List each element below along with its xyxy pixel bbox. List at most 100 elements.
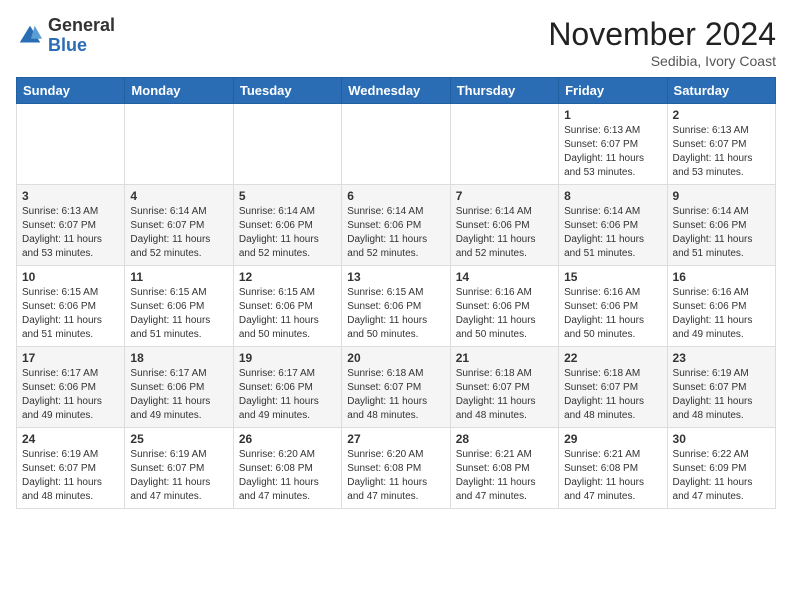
calendar-cell: 21 Sunrise: 6:18 AM Sunset: 6:07 PM Dayli… xyxy=(450,347,558,428)
day-info: Sunrise: 6:14 AM Sunset: 6:06 PM Dayligh… xyxy=(239,205,336,261)
day-info: Sunrise: 6:22 AM Sunset: 6:09 PM Dayligh… xyxy=(673,448,770,504)
day-info: Sunrise: 6:18 AM Sunset: 6:07 PM Dayligh… xyxy=(564,367,661,423)
calendar-cell: 18 Sunrise: 6:17 AM Sunset: 6:06 PM Dayli… xyxy=(125,347,233,428)
calendar-cell: 7Sunrise: 6:14 AM Sunset: 6:06 PM Daylig… xyxy=(450,185,558,266)
day-number: 29 xyxy=(564,432,661,446)
calendar-cell: 15Sunrise: 6:16 AM Sunset: 6:06 PM Dayli… xyxy=(559,266,667,347)
calendar-header: SundayMondayTuesdayWednesdayThursdayFrid… xyxy=(17,78,776,104)
day-info: Sunrise: 6:14 AM Sunset: 6:06 PM Dayligh… xyxy=(347,205,444,261)
calendar-cell: 28 Sunrise: 6:21 AM Sunset: 6:08 PM Dayli… xyxy=(450,428,558,509)
weekday-header: Wednesday xyxy=(342,78,450,104)
day-number: 25 xyxy=(130,432,227,446)
month-title: November 2024 xyxy=(548,16,776,53)
calendar-cell: 13 Sunrise: 6:15 AM Sunset: 6:06 PM Dayli… xyxy=(342,266,450,347)
logo-icon xyxy=(16,22,44,50)
day-info: Sunrise: 6:19 AM Sunset: 6:07 PM Dayligh… xyxy=(22,448,119,504)
calendar-cell: 4Sunrise: 6:14 AM Sunset: 6:07 PM Daylig… xyxy=(125,185,233,266)
calendar-cell: 19 Sunrise: 6:17 AM Sunset: 6:06 PM Dayli… xyxy=(233,347,341,428)
day-number: 22 xyxy=(564,351,661,365)
day-number: 1 xyxy=(564,108,661,122)
day-info: Sunrise: 6:20 AM Sunset: 6:08 PM Dayligh… xyxy=(239,448,336,504)
day-info: Sunrise: 6:19 AM Sunset: 6:07 PM Dayligh… xyxy=(130,448,227,504)
day-info: Sunrise: 6:16 AM Sunset: 6:06 PM Dayligh… xyxy=(456,286,553,342)
day-number: 5 xyxy=(239,189,336,203)
day-number: 19 xyxy=(239,351,336,365)
day-info: Sunrise: 6:19 AM Sunset: 6:07 PM Dayligh… xyxy=(673,367,770,423)
calendar-cell: 2 Sunrise: 6:13 AM Sunset: 6:07 PM Daylig… xyxy=(667,104,775,185)
weekday-header: Tuesday xyxy=(233,78,341,104)
weekday-header: Friday xyxy=(559,78,667,104)
day-number: 13 xyxy=(347,270,444,284)
calendar-week: 1 Sunrise: 6:13 AM Sunset: 6:07 PM Daylig… xyxy=(17,104,776,185)
day-info: Sunrise: 6:21 AM Sunset: 6:08 PM Dayligh… xyxy=(456,448,553,504)
page-header: General Blue November 2024 Sedibia, Ivor… xyxy=(16,16,776,69)
calendar-cell: 3 Sunrise: 6:13 AM Sunset: 6:07 PM Daylig… xyxy=(17,185,125,266)
calendar-cell: 20 Sunrise: 6:18 AM Sunset: 6:07 PM Dayli… xyxy=(342,347,450,428)
calendar-cell: 26 Sunrise: 6:20 AM Sunset: 6:08 PM Dayli… xyxy=(233,428,341,509)
calendar-cell: 25 Sunrise: 6:19 AM Sunset: 6:07 PM Dayli… xyxy=(125,428,233,509)
title-block: November 2024 Sedibia, Ivory Coast xyxy=(548,16,776,69)
logo-blue: Blue xyxy=(48,35,87,55)
day-info: Sunrise: 6:17 AM Sunset: 6:06 PM Dayligh… xyxy=(239,367,336,423)
calendar-cell: 12 Sunrise: 6:15 AM Sunset: 6:06 PM Dayli… xyxy=(233,266,341,347)
day-number: 18 xyxy=(130,351,227,365)
day-number: 6 xyxy=(347,189,444,203)
day-info: Sunrise: 6:18 AM Sunset: 6:07 PM Dayligh… xyxy=(456,367,553,423)
calendar-week: 24Sunrise: 6:19 AM Sunset: 6:07 PM Dayli… xyxy=(17,428,776,509)
calendar-cell: 29Sunrise: 6:21 AM Sunset: 6:08 PM Dayli… xyxy=(559,428,667,509)
day-number: 4 xyxy=(130,189,227,203)
day-number: 2 xyxy=(673,108,770,122)
day-number: 20 xyxy=(347,351,444,365)
day-info: Sunrise: 6:15 AM Sunset: 6:06 PM Dayligh… xyxy=(347,286,444,342)
calendar-cell: 23Sunrise: 6:19 AM Sunset: 6:07 PM Dayli… xyxy=(667,347,775,428)
calendar-week: 3 Sunrise: 6:13 AM Sunset: 6:07 PM Daylig… xyxy=(17,185,776,266)
calendar-cell xyxy=(233,104,341,185)
logo-text: General Blue xyxy=(48,16,115,56)
logo[interactable]: General Blue xyxy=(16,16,115,56)
day-info: Sunrise: 6:14 AM Sunset: 6:06 PM Dayligh… xyxy=(456,205,553,261)
calendar-cell: 30 Sunrise: 6:22 AM Sunset: 6:09 PM Dayli… xyxy=(667,428,775,509)
location: Sedibia, Ivory Coast xyxy=(548,53,776,69)
logo-general: General xyxy=(48,15,115,35)
calendar-cell: 14 Sunrise: 6:16 AM Sunset: 6:06 PM Dayli… xyxy=(450,266,558,347)
day-info: Sunrise: 6:15 AM Sunset: 6:06 PM Dayligh… xyxy=(239,286,336,342)
day-info: Sunrise: 6:13 AM Sunset: 6:07 PM Dayligh… xyxy=(673,124,770,180)
day-number: 12 xyxy=(239,270,336,284)
calendar-cell: 5 Sunrise: 6:14 AM Sunset: 6:06 PM Daylig… xyxy=(233,185,341,266)
calendar-cell: 8Sunrise: 6:14 AM Sunset: 6:06 PM Daylig… xyxy=(559,185,667,266)
weekday-header: Sunday xyxy=(17,78,125,104)
day-info: Sunrise: 6:16 AM Sunset: 6:06 PM Dayligh… xyxy=(673,286,770,342)
calendar-cell: 22 Sunrise: 6:18 AM Sunset: 6:07 PM Dayli… xyxy=(559,347,667,428)
calendar-cell: 9 Sunrise: 6:14 AM Sunset: 6:06 PM Daylig… xyxy=(667,185,775,266)
day-info: Sunrise: 6:18 AM Sunset: 6:07 PM Dayligh… xyxy=(347,367,444,423)
day-number: 26 xyxy=(239,432,336,446)
day-info: Sunrise: 6:14 AM Sunset: 6:06 PM Dayligh… xyxy=(673,205,770,261)
day-number: 30 xyxy=(673,432,770,446)
day-number: 21 xyxy=(456,351,553,365)
calendar-cell: 24Sunrise: 6:19 AM Sunset: 6:07 PM Dayli… xyxy=(17,428,125,509)
day-number: 17 xyxy=(22,351,119,365)
day-number: 14 xyxy=(456,270,553,284)
calendar: SundayMondayTuesdayWednesdayThursdayFrid… xyxy=(16,77,776,509)
day-number: 11 xyxy=(130,270,227,284)
weekday-header: Saturday xyxy=(667,78,775,104)
day-info: Sunrise: 6:13 AM Sunset: 6:07 PM Dayligh… xyxy=(564,124,661,180)
day-number: 3 xyxy=(22,189,119,203)
calendar-cell: 17Sunrise: 6:17 AM Sunset: 6:06 PM Dayli… xyxy=(17,347,125,428)
calendar-cell: 6 Sunrise: 6:14 AM Sunset: 6:06 PM Daylig… xyxy=(342,185,450,266)
day-number: 9 xyxy=(673,189,770,203)
calendar-cell: 11 Sunrise: 6:15 AM Sunset: 6:06 PM Dayli… xyxy=(125,266,233,347)
day-info: Sunrise: 6:13 AM Sunset: 6:07 PM Dayligh… xyxy=(22,205,119,261)
calendar-cell: 10Sunrise: 6:15 AM Sunset: 6:06 PM Dayli… xyxy=(17,266,125,347)
day-info: Sunrise: 6:17 AM Sunset: 6:06 PM Dayligh… xyxy=(130,367,227,423)
calendar-week: 17 Sunrise: 6:17 AM Sunset: 6:06 PM Dayli… xyxy=(17,347,776,428)
day-info: Sunrise: 6:16 AM Sunset: 6:06 PM Dayligh… xyxy=(564,286,661,342)
calendar-cell xyxy=(17,104,125,185)
day-info: Sunrise: 6:15 AM Sunset: 6:06 PM Dayligh… xyxy=(130,286,227,342)
calendar-cell: 1 Sunrise: 6:13 AM Sunset: 6:07 PM Daylig… xyxy=(559,104,667,185)
day-number: 28 xyxy=(456,432,553,446)
weekday-header: Monday xyxy=(125,78,233,104)
calendar-cell xyxy=(125,104,233,185)
weekday-row: SundayMondayTuesdayWednesdayThursdayFrid… xyxy=(17,78,776,104)
day-info: Sunrise: 6:14 AM Sunset: 6:06 PM Dayligh… xyxy=(564,205,661,261)
